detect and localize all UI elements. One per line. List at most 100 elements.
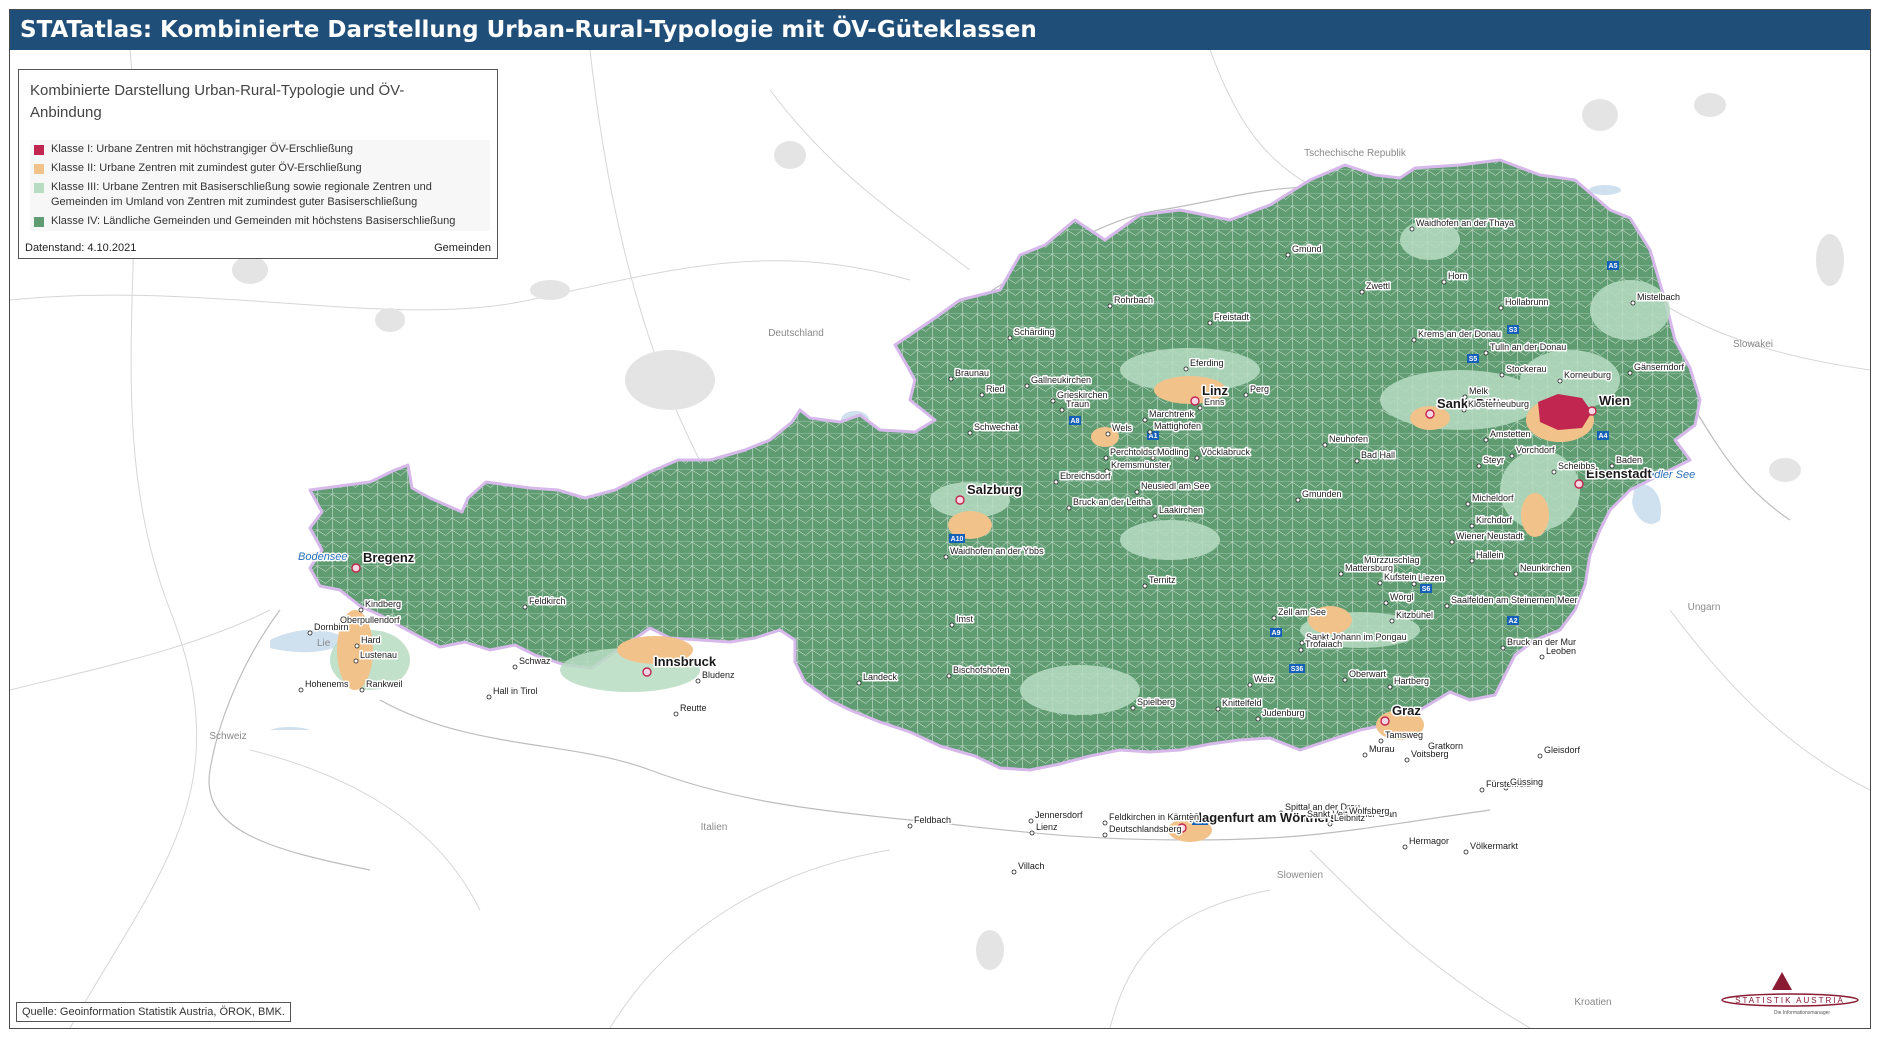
town-label: Mattighofen (1154, 421, 1201, 431)
city-marker (949, 622, 955, 628)
city-marker (1383, 600, 1389, 606)
town-label: Mürzzuschlag (1364, 555, 1420, 565)
town-label: Enns (1204, 397, 1225, 407)
city-marker (1342, 677, 1348, 683)
map-canvas[interactable]: A5 S3 S5 A8 A1 A4 A10 S6 A2 A9 S36 S37 T… (10, 50, 1870, 1028)
town-label: Waidhofen an der Thaya (1416, 218, 1514, 228)
town-label: Trofaiach (1305, 639, 1342, 649)
city-marker (967, 430, 973, 436)
legend-swatch (34, 217, 44, 227)
town-label: Bruck an der Leitha (1073, 497, 1151, 507)
town-label: Hohenems (305, 679, 349, 689)
city-marker (1007, 335, 1013, 341)
legend-item-label: Klasse III: Urbane Zentren mit Basisersc… (51, 181, 432, 208)
city-marker (298, 687, 304, 693)
town-label: Traun (1066, 399, 1089, 409)
town-label: Schwaz (519, 656, 551, 666)
city-marker (1444, 603, 1450, 609)
svg-text:A9: A9 (1272, 630, 1281, 637)
town-label: Rankweil (366, 679, 403, 689)
town-label: Hall in Tirol (493, 686, 538, 696)
country-label: Italien (701, 822, 728, 833)
legend-title: Kombinierte Darstellung Urban-Rural-Typo… (30, 82, 405, 121)
city-marker (1147, 429, 1153, 435)
city-marker (1465, 501, 1471, 507)
town-label: Bad Hall (1361, 450, 1395, 460)
country-label: Deutschland (768, 328, 824, 339)
svg-text:S36: S36 (1291, 666, 1304, 673)
city-marker (946, 673, 952, 679)
legend-item-label: Klasse II: Urbane Zentren mit zumindest … (51, 162, 362, 174)
town-label: Hard (361, 635, 381, 645)
town-label: Weiz (1254, 674, 1274, 684)
town-label: Judenburg (1262, 708, 1305, 718)
city-marker (1476, 463, 1482, 469)
major-city-label: Wien (1599, 393, 1630, 408)
city-marker (1103, 455, 1109, 461)
city-marker (1066, 505, 1072, 511)
city-marker (1194, 455, 1200, 461)
town-label: Kremsmünster (1111, 460, 1170, 470)
town-label: Amstetten (1490, 429, 1531, 439)
city-marker (1380, 716, 1390, 726)
town-label: Voitsberg (1411, 749, 1449, 759)
city-marker (1105, 431, 1111, 437)
city-marker (1354, 458, 1360, 464)
city-marker (1255, 716, 1261, 722)
city-marker (1190, 396, 1200, 406)
town-label: Hermagor (1409, 836, 1449, 846)
city-marker (1498, 305, 1504, 311)
svg-text:S5: S5 (1469, 356, 1478, 363)
city-marker (1402, 844, 1408, 850)
town-label: Eferding (1190, 358, 1224, 368)
city-marker (1627, 370, 1633, 376)
city-marker (1378, 738, 1384, 744)
city-marker (907, 823, 913, 829)
city-marker (1142, 583, 1148, 589)
city-marker (1134, 489, 1140, 495)
city-marker (948, 376, 954, 382)
town-label: Völkermarkt (1470, 841, 1519, 851)
city-marker (1479, 787, 1485, 793)
legend-panel: Kombinierte Darstellung Urban-Rural-Typo… (18, 69, 498, 259)
city-marker (1243, 392, 1249, 398)
legend-item-label: Klasse I: Urbane Zentren mit höchstrangi… (51, 143, 354, 155)
svg-text:Die Informationsmanager: Die Informationsmanager (1774, 1010, 1830, 1016)
town-label: Wiener Neustadt (1456, 531, 1524, 541)
town-label: Rohrbach (1114, 295, 1153, 305)
city-marker (1130, 705, 1136, 711)
map-frame: STATatlas: Kombinierte Darstellung Urban… (9, 9, 1871, 1029)
page-title: STATatlas: Kombinierte Darstellung Urban… (10, 10, 1870, 50)
country-label: Slowakei (1733, 339, 1773, 350)
city-marker (642, 667, 652, 677)
major-city-label: Graz (1392, 703, 1421, 718)
town-label: Feldbach (914, 815, 951, 825)
town-label: Lienz (1036, 822, 1058, 832)
town-label: Freistadt (1214, 312, 1250, 322)
city-marker (1295, 497, 1301, 503)
legend-item-label: Klasse IV: Ländliche Gemeinden und Gemei… (51, 215, 456, 227)
svg-text:A5: A5 (1609, 263, 1618, 270)
town-label: Gänserndorf (1634, 362, 1685, 372)
town-label: Korneuburg (1564, 370, 1611, 380)
town-label: Wörgl (1390, 592, 1414, 602)
country-label: Schweiz (209, 731, 246, 742)
city-marker (943, 554, 949, 560)
legend-swatch (34, 145, 44, 155)
city-marker (1509, 453, 1515, 459)
major-city-label: Bregenz (363, 550, 415, 565)
city-marker (1449, 539, 1455, 545)
city-marker (512, 664, 518, 670)
city-marker (1587, 406, 1597, 416)
city-marker (1409, 226, 1415, 232)
town-label: Micheldorf (1472, 493, 1514, 503)
city-marker (1499, 372, 1505, 378)
city-marker (1537, 753, 1543, 759)
city-marker (359, 687, 365, 693)
svg-text:A10: A10 (951, 536, 964, 543)
city-marker (1102, 832, 1108, 838)
city-marker (1469, 558, 1475, 564)
legend-footer: Datenstand: 4.10.2021 Gemeinden (25, 242, 491, 254)
town-label: Marchtrenk (1149, 409, 1195, 419)
city-marker (1271, 615, 1277, 621)
